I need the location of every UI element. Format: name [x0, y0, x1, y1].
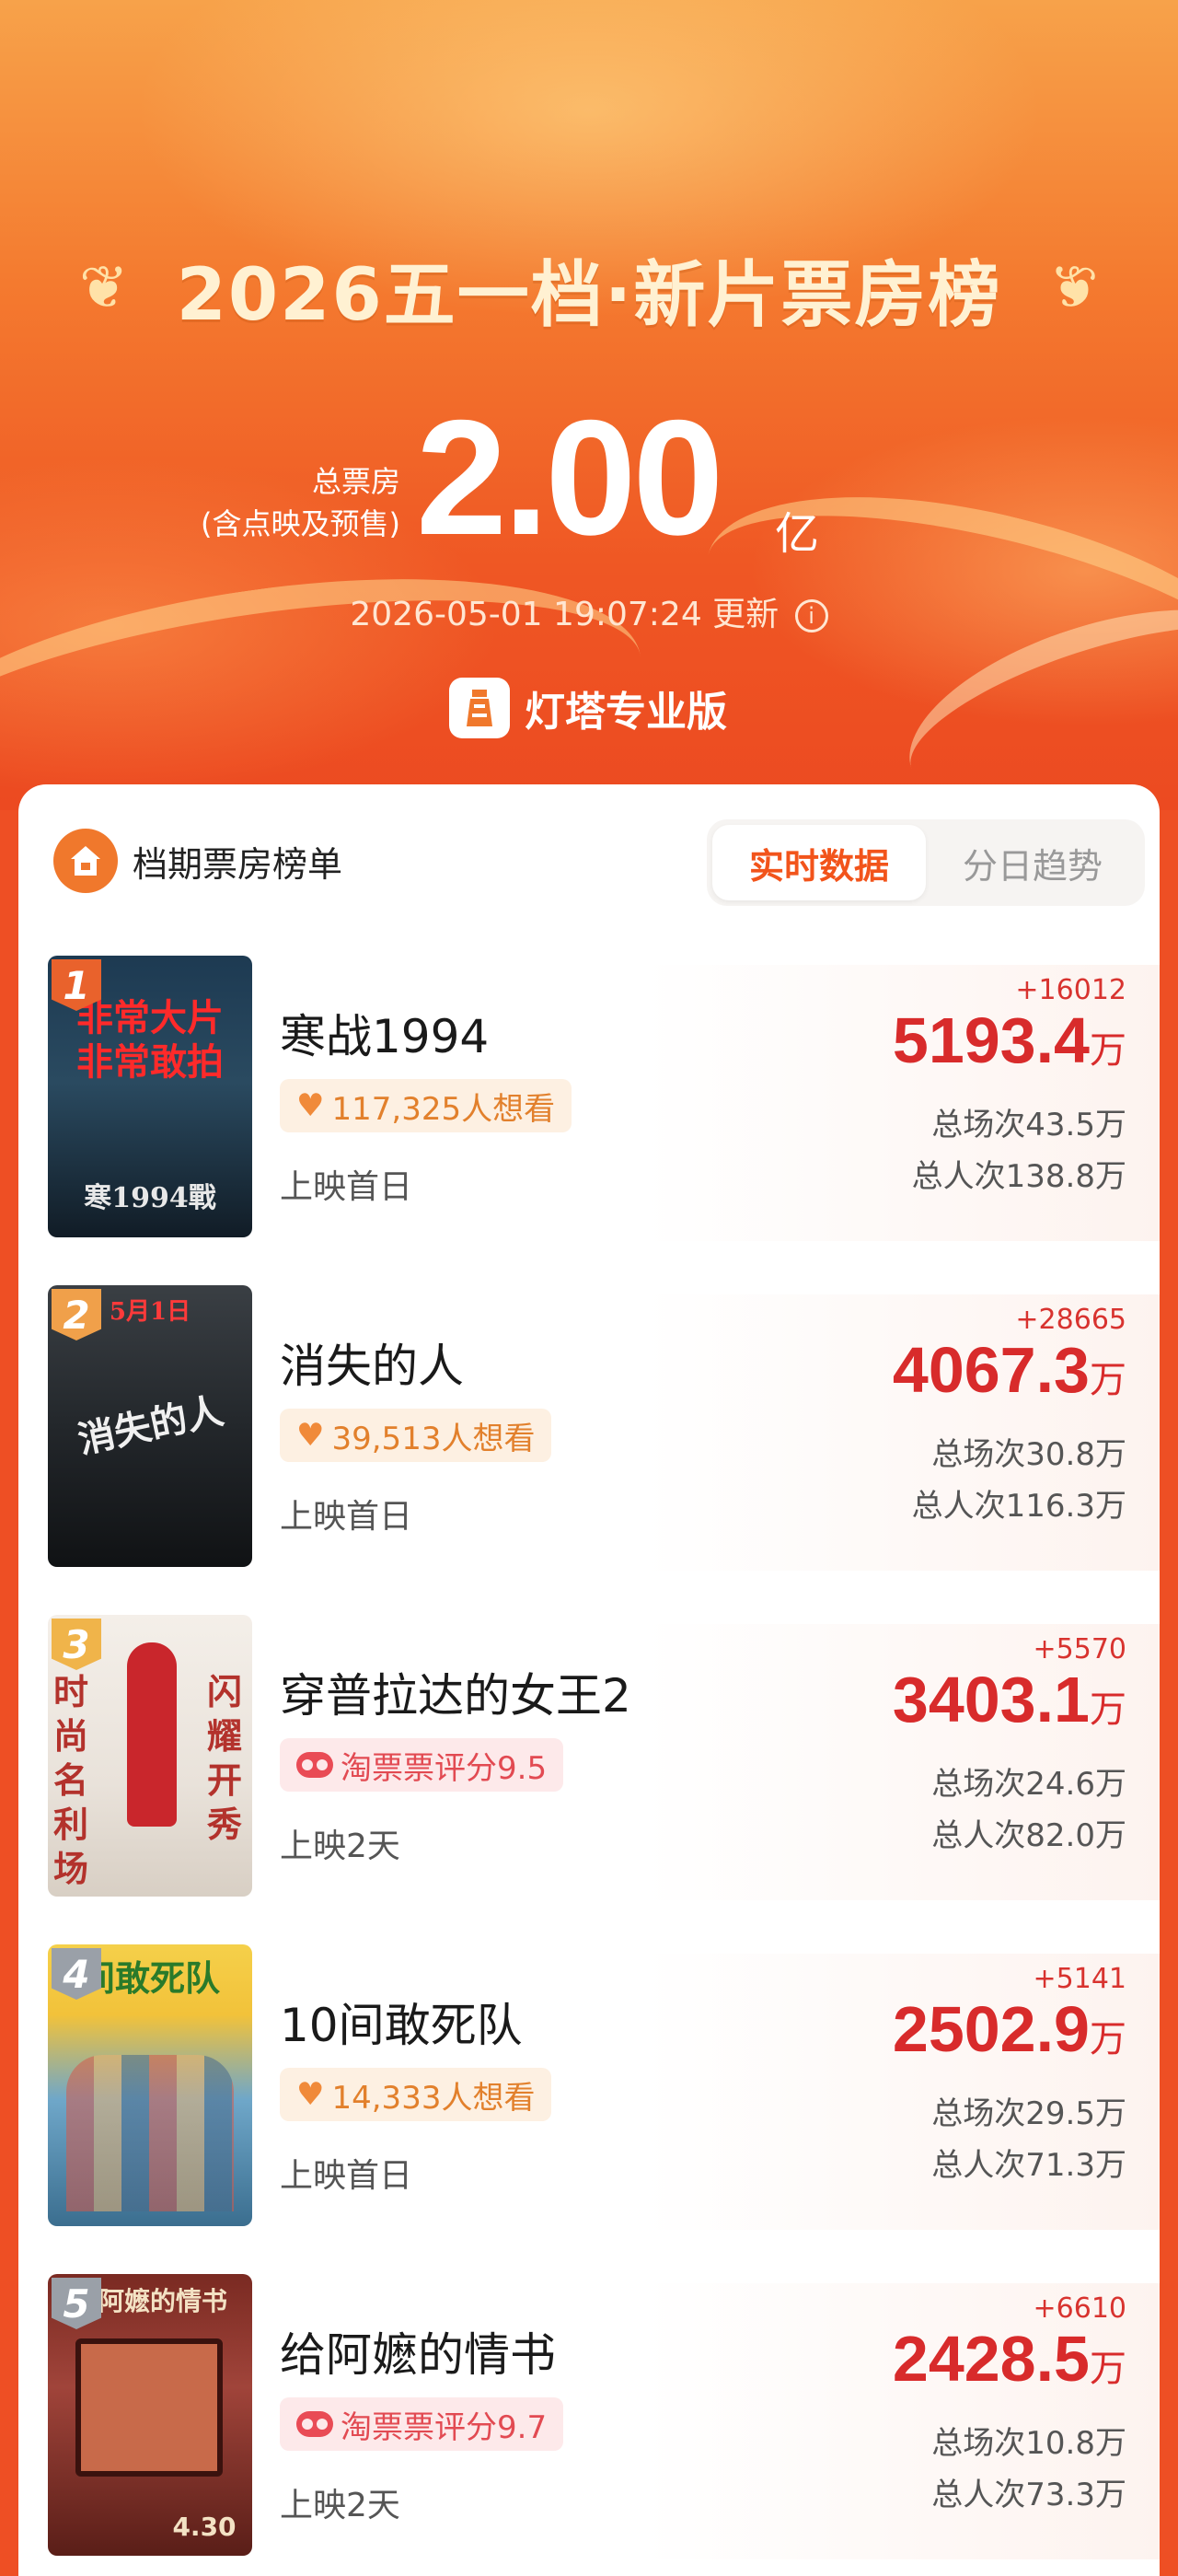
movie-title[interactable]: 寒战1994 — [280, 1000, 489, 1066]
poster-caption-text: 时尚名利场 — [52, 1671, 88, 1889]
box-office-value: 2502.9 — [892, 1993, 1090, 2065]
box-office-unit: 万 — [1090, 2019, 1126, 2060]
box-office-delta: +5570 — [1033, 1633, 1126, 1665]
ranking-card: 档期票房榜单 实时数据 分日趋势 非常大片 非常敢拍 寒1994戰 1 寒战19… — [18, 784, 1160, 2576]
release-status: 上映首日 — [280, 1168, 413, 1206]
update-time-text: 2026-05-01 19:07:24 更新 — [350, 596, 780, 633]
movie-row[interactable]: 非常大片 非常敢拍 寒1994戰 1 寒战1994 ♥ 117,325人想看 上… — [18, 956, 1160, 1241]
heart-icon: ♥ — [296, 1087, 325, 1124]
lighthouse-logo-icon — [449, 678, 510, 738]
poster-figure — [127, 1642, 177, 1827]
total-label-line1: 总票房 — [311, 464, 400, 499]
poster-caption-text: 消失的人 — [74, 1388, 227, 1463]
box-office: 3403.1万 — [893, 1663, 1126, 1736]
movie-poster[interactable]: 非常大片 非常敢拍 寒1994戰 1 — [48, 956, 252, 1237]
total-label-line2: (含点映及预售) — [201, 506, 400, 541]
page-title: 2026五一档·新片票房榜 — [176, 254, 1002, 337]
box-office-unit: 万 — [1090, 1360, 1126, 1400]
poster-caption-text: 寒1994戰 — [84, 1182, 216, 1214]
box-office-delta: +28665 — [1015, 1304, 1126, 1336]
brand-name: 灯塔专业版 — [525, 689, 727, 736]
total-admissions: 总人次73.3万 — [931, 2477, 1126, 2513]
taopiaopiao-icon — [296, 2411, 333, 2437]
movie-poster[interactable]: 闪耀开秀 时尚名利场 3 — [48, 1615, 252, 1897]
heart-icon: ♥ — [296, 2076, 325, 2113]
tag-text: 117,325人想看 — [331, 1090, 556, 1128]
box-office-unit: 万 — [1090, 1689, 1126, 1730]
tag-text: 淘票票评分9.7 — [341, 2408, 548, 2446]
info-icon[interactable]: i — [794, 599, 828, 632]
ticket-house-icon — [53, 829, 118, 893]
rating-tag: 淘票票评分9.5 — [280, 1738, 564, 1792]
movie-row[interactable]: 闪耀开秀 时尚名利场 3 穿普拉达的女王2 淘票票评分9.5 上映2天 +557… — [18, 1615, 1160, 1900]
movie-poster[interactable]: 间敢死队 4 — [48, 1944, 252, 2226]
movie-poster[interactable]: 5月1日 消失的人 2 — [48, 1285, 252, 1567]
total-box-office-unit: 亿 — [775, 508, 820, 560]
rank-badge: 3 — [52, 1619, 101, 1670]
total-shows: 总场次43.5万 — [931, 1107, 1126, 1143]
box-office-delta: +16012 — [1015, 974, 1126, 1006]
box-office-value: 4067.3 — [892, 1334, 1090, 1406]
release-status: 上映2天 — [280, 2487, 400, 2524]
rank-badge: 5 — [52, 2278, 101, 2329]
tab-group: 实时数据 分日趋势 — [707, 819, 1145, 906]
poster-people — [66, 2055, 234, 2211]
rating-tag: 淘票票评分9.7 — [280, 2397, 564, 2451]
box-office-unit: 万 — [1090, 1030, 1126, 1071]
movie-row[interactable]: 5月1日 消失的人 2 消失的人 ♥ 39,513人想看 上映首日 +28665… — [18, 1285, 1160, 1571]
tag-text: 淘票票评分9.5 — [341, 1749, 548, 1787]
movie-title[interactable]: 穿普拉达的女王2 — [280, 1659, 631, 1725]
movie-row[interactable]: 给阿嬷的情书 4.30 5 给阿嬷的情书 淘票票评分9.7 上映2天 +6610… — [18, 2274, 1160, 2559]
card-title: 档期票房榜单 — [133, 844, 343, 885]
ribbon-decoration — [0, 538, 658, 810]
box-office-delta: +6610 — [1033, 2292, 1126, 2325]
want-to-see-tag: ♥ 39,513人想看 — [280, 1409, 552, 1462]
box-office-value: 3403.1 — [892, 1664, 1090, 1735]
total-shows: 总场次10.8万 — [931, 2425, 1126, 2462]
heart-icon: ♥ — [296, 1417, 325, 1454]
tag-text: 14,333人想看 — [331, 2079, 536, 2117]
box-office-delta: +5141 — [1033, 1963, 1126, 1995]
total-box-office-label: 总票房 (含点映及预售) — [201, 460, 400, 545]
release-status: 上映首日 — [280, 1498, 413, 1536]
brand: 灯塔专业版 — [449, 676, 727, 740]
poster-window — [75, 2338, 223, 2477]
total-admissions: 总人次138.8万 — [911, 1158, 1126, 1195]
box-office-value: 2428.5 — [892, 2323, 1090, 2395]
tab-realtime[interactable]: 实时数据 — [712, 825, 926, 900]
movie-poster[interactable]: 给阿嬷的情书 4.30 5 — [48, 2274, 252, 2556]
box-office: 5193.4万 — [893, 1004, 1126, 1077]
total-shows: 总场次30.8万 — [931, 1436, 1126, 1473]
box-office: 4067.3万 — [893, 1333, 1126, 1407]
poster-title-text: 闪耀开秀 — [206, 1671, 242, 1845]
rank-badge: 2 — [52, 1289, 101, 1340]
want-to-see-tag: ♥ 117,325人想看 — [280, 1079, 572, 1132]
total-admissions: 总人次116.3万 — [911, 1488, 1126, 1525]
update-time: 2026-05-01 19:07:24 更新 i — [0, 587, 1178, 635]
release-status: 上映首日 — [280, 2157, 413, 2195]
hero-banner: ❦ ❦ 2026五一档·新片票房榜 总票房 (含点映及预售) 2.00 亿 20… — [0, 0, 1178, 810]
total-shows: 总场次29.5万 — [931, 2095, 1126, 2132]
movie-title[interactable]: 给阿嬷的情书 — [280, 2318, 556, 2385]
movie-title[interactable]: 消失的人 — [280, 1329, 464, 1396]
total-admissions: 总人次82.0万 — [931, 1817, 1126, 1854]
poster-caption-text: 4.30 — [172, 2512, 237, 2542]
box-office: 2502.9万 — [893, 1992, 1126, 2066]
release-status: 上映2天 — [280, 1828, 400, 1865]
tab-daily-trend[interactable]: 分日趋势 — [926, 825, 1139, 900]
box-office: 2428.5万 — [893, 2322, 1126, 2396]
total-box-office-value: 2.00 — [416, 386, 723, 569]
box-office-unit: 万 — [1090, 2349, 1126, 2389]
box-office-value: 5193.4 — [892, 1004, 1090, 1076]
taopiaopiao-icon — [296, 1752, 333, 1778]
movie-row[interactable]: 间敢死队 4 10间敢死队 ♥ 14,333人想看 上映首日 +5141 250… — [18, 1944, 1160, 2230]
total-shows: 总场次24.6万 — [931, 1766, 1126, 1803]
movie-title[interactable]: 10间敢死队 — [280, 1989, 523, 2055]
tag-text: 39,513人想看 — [331, 1420, 536, 1457]
want-to-see-tag: ♥ 14,333人想看 — [280, 2068, 552, 2121]
total-admissions: 总人次71.3万 — [931, 2147, 1126, 2184]
